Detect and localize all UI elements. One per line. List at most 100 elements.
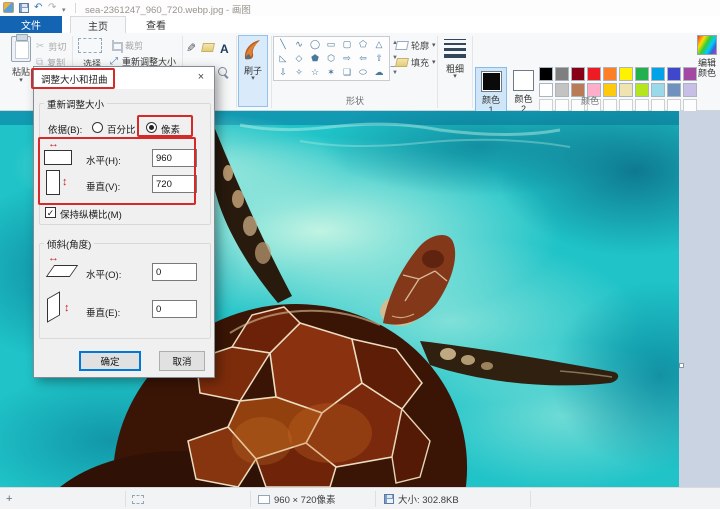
shape-diamond[interactable]: ◇ xyxy=(291,51,307,65)
vertical-input[interactable] xyxy=(152,175,197,193)
skew-vertical-arrow-icon: ↕ xyxy=(64,303,70,313)
palette-swatch-lavender[interactable] xyxy=(683,83,697,97)
tab-view[interactable]: 查看 xyxy=(128,16,184,33)
edit-colors-icon xyxy=(697,35,717,55)
color2-swatch xyxy=(513,70,534,91)
cut-icon: ✂ xyxy=(36,42,44,52)
palette-swatch-indigo[interactable] xyxy=(667,67,681,81)
skew-vertical-label: 垂直(E): xyxy=(86,305,120,319)
shape-arrow-left[interactable]: ⇦ xyxy=(355,51,371,65)
size-button[interactable]: 粗细 ▾ xyxy=(441,36,469,80)
redo-icon[interactable]: ↷ xyxy=(48,2,56,14)
crop-icon xyxy=(110,40,121,51)
clipboard-icon xyxy=(11,36,31,62)
ok-button[interactable]: 确定 xyxy=(79,351,141,371)
section-separator xyxy=(236,36,237,108)
palette-swatch-orange[interactable] xyxy=(603,67,617,81)
palette-swatch-gray[interactable] xyxy=(555,67,569,81)
skew-horizontal-label: 水平(O): xyxy=(86,267,121,281)
radio-pixels[interactable] xyxy=(146,122,157,133)
fill-style-button[interactable]: 填充 ▾ xyxy=(396,56,436,69)
shape-right-triangle[interactable]: ◺ xyxy=(275,51,291,65)
shape-callout-cloud[interactable]: ☁ xyxy=(371,65,387,79)
shape-pentagon[interactable]: ⬟ xyxy=(307,51,323,65)
shape-hexagon[interactable]: ⬡ xyxy=(323,51,339,65)
pencil-tool[interactable]: ✎ xyxy=(186,41,196,55)
skew-horizontal-input[interactable] xyxy=(152,263,197,281)
dropdown-arrow-icon: ▾ xyxy=(432,60,436,66)
resize-icon: ⤢ xyxy=(110,57,118,67)
horizontal-input[interactable] xyxy=(152,149,197,167)
tab-home[interactable]: 主页 xyxy=(70,16,126,33)
shape-callout-oval[interactable]: ⬭ xyxy=(355,65,371,79)
selection-size-segment xyxy=(132,488,144,510)
app-logo-icon xyxy=(3,2,14,13)
titlebar: ↶ ↷ ▾ sea-2361247_960_720.webp.jpg - 画图 xyxy=(0,0,720,16)
shape-callout-rounded[interactable]: ❑ xyxy=(339,65,355,79)
vertical-arrow-icon: ↕ xyxy=(62,177,68,187)
shape-line[interactable]: ╲ xyxy=(275,37,291,51)
outline-button[interactable]: 轮廓 ▾ xyxy=(396,39,436,52)
skew-vertical-input[interactable] xyxy=(152,300,197,318)
palette-swatch-light-turquoise[interactable] xyxy=(651,83,665,97)
fill-tool[interactable] xyxy=(202,43,214,52)
image-dimensions: 960 × 720像素 xyxy=(274,492,336,506)
palette-swatch-green[interactable] xyxy=(635,67,649,81)
canvas-resize-handle[interactable] xyxy=(679,363,684,368)
vertical-resize-icon xyxy=(46,170,60,195)
shape-star-6[interactable]: ✶ xyxy=(323,65,339,79)
section-separator xyxy=(472,36,473,108)
dropdown-arrow-icon: ▾ xyxy=(6,78,36,84)
undo-icon[interactable]: ↶ xyxy=(34,2,42,14)
crop-button[interactable]: 裁剪 xyxy=(110,39,143,52)
dialog-close-button[interactable]: × xyxy=(193,70,209,85)
shape-triangle[interactable]: △ xyxy=(371,37,387,51)
shape-polygon[interactable]: ⬠ xyxy=(355,37,371,51)
skew-group-label: 倾斜(角度) xyxy=(44,237,94,251)
shape-rounded-rectangle[interactable]: ▢ xyxy=(339,37,355,51)
cut-label: 剪切 xyxy=(48,40,66,53)
shape-star-5[interactable]: ☆ xyxy=(307,65,323,79)
shape-gallery: ╲∿◯▭▢⬠△ ◺◇⬟⬡⇨⇦⇧ ⇩✧☆✶❑⬭☁ xyxy=(273,36,390,81)
tab-file[interactable]: 文件 xyxy=(0,16,62,33)
paste-button[interactable]: 粘贴 ▾ xyxy=(6,36,36,106)
resize-group-label: 重新调整大小 xyxy=(44,97,107,111)
shape-arrow-up[interactable]: ⇧ xyxy=(371,51,387,65)
shape-oval[interactable]: ◯ xyxy=(307,37,323,51)
paint-window: ↶ ↷ ▾ sea-2361247_960_720.webp.jpg - 画图 … xyxy=(0,0,720,509)
palette-swatch-red[interactable] xyxy=(587,67,601,81)
cursor-icon: + xyxy=(6,493,12,505)
fill-style-icon xyxy=(395,58,409,67)
shape-curve[interactable]: ∿ xyxy=(291,37,307,51)
cancel-button[interactable]: 取消 xyxy=(159,351,205,371)
aspect-ratio-checkbox[interactable]: ✓ xyxy=(45,207,56,218)
brushes-button[interactable]: 刷子 ▾ xyxy=(238,35,268,107)
cut-button[interactable]: ✂ 剪切 xyxy=(36,40,66,53)
horizontal-resize-icon xyxy=(44,150,72,165)
palette-swatch-dark-red[interactable] xyxy=(571,67,585,81)
file-size-text: 大小: 302.8KB xyxy=(398,492,459,506)
aspect-ratio-label: 保持纵横比(M) xyxy=(60,207,122,221)
text-tool[interactable]: A xyxy=(220,42,229,56)
magnifier-tool[interactable] xyxy=(218,67,230,79)
ribbon-tabs: 文件 主页 查看 xyxy=(0,16,720,33)
qat-separator xyxy=(75,3,76,13)
image-size-segment: 960 × 720像素 xyxy=(258,488,336,510)
brush-icon xyxy=(242,38,264,62)
save-icon[interactable] xyxy=(19,3,29,13)
palette-swatch-turquoise[interactable] xyxy=(651,67,665,81)
dialog-title: 调整大小和扭曲 xyxy=(41,72,108,86)
radio-percentage[interactable] xyxy=(92,122,103,133)
palette-swatch-blue-gray[interactable] xyxy=(667,83,681,97)
palette-swatch-yellow[interactable] xyxy=(619,67,633,81)
shape-arrow-right[interactable]: ⇨ xyxy=(339,51,355,65)
edit-colors-button[interactable]: 编辑颜色 xyxy=(694,35,720,78)
status-separator xyxy=(530,491,531,507)
shape-star-4[interactable]: ✧ xyxy=(291,65,307,79)
shape-arrow-down[interactable]: ⇩ xyxy=(275,65,291,79)
edit-colors-label: 编辑颜色 xyxy=(696,58,718,78)
dropdown-arrow-icon: ▾ xyxy=(432,43,436,49)
shape-rectangle[interactable]: ▭ xyxy=(323,37,339,51)
palette-swatch-black[interactable] xyxy=(539,67,553,81)
by-label: 依据(B): xyxy=(48,122,82,136)
